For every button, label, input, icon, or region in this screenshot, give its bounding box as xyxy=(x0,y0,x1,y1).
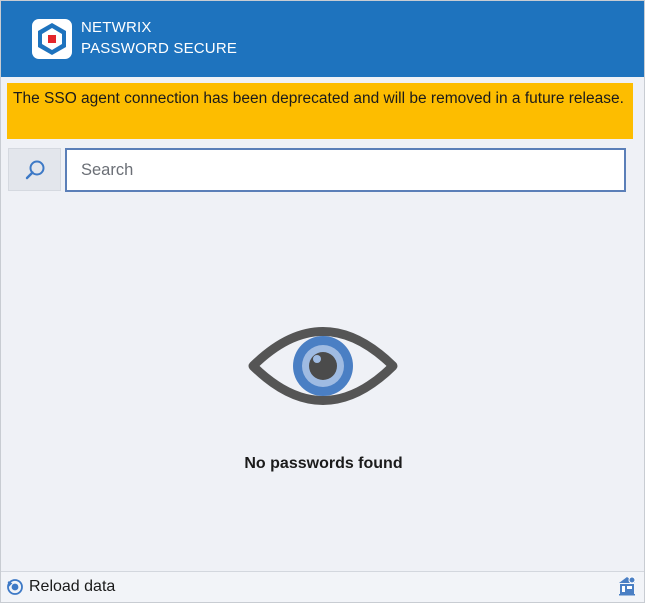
footer-bar: Reload data xyxy=(1,571,644,602)
app-window: NETWRIX PASSWORD SECURE The SSO agent co… xyxy=(0,0,645,603)
reload-data-label: Reload data xyxy=(29,578,116,595)
brand-product: PASSWORD SECURE xyxy=(81,40,238,57)
settings-icon[interactable] xyxy=(616,575,638,597)
search-icon xyxy=(25,160,44,179)
netwrix-logo-icon xyxy=(32,19,72,59)
app-header: NETWRIX PASSWORD SECURE xyxy=(1,1,644,77)
search-input[interactable] xyxy=(65,148,626,192)
reload-data-button[interactable]: Reload data xyxy=(6,578,115,596)
empty-state-message: No passwords found xyxy=(244,455,403,472)
deprecation-banner: The SSO agent connection has been deprec… xyxy=(7,83,633,139)
reload-icon xyxy=(7,579,23,595)
eye-icon xyxy=(248,327,398,405)
brand-name: NETWRIX xyxy=(81,19,152,36)
search-button[interactable] xyxy=(8,148,61,191)
